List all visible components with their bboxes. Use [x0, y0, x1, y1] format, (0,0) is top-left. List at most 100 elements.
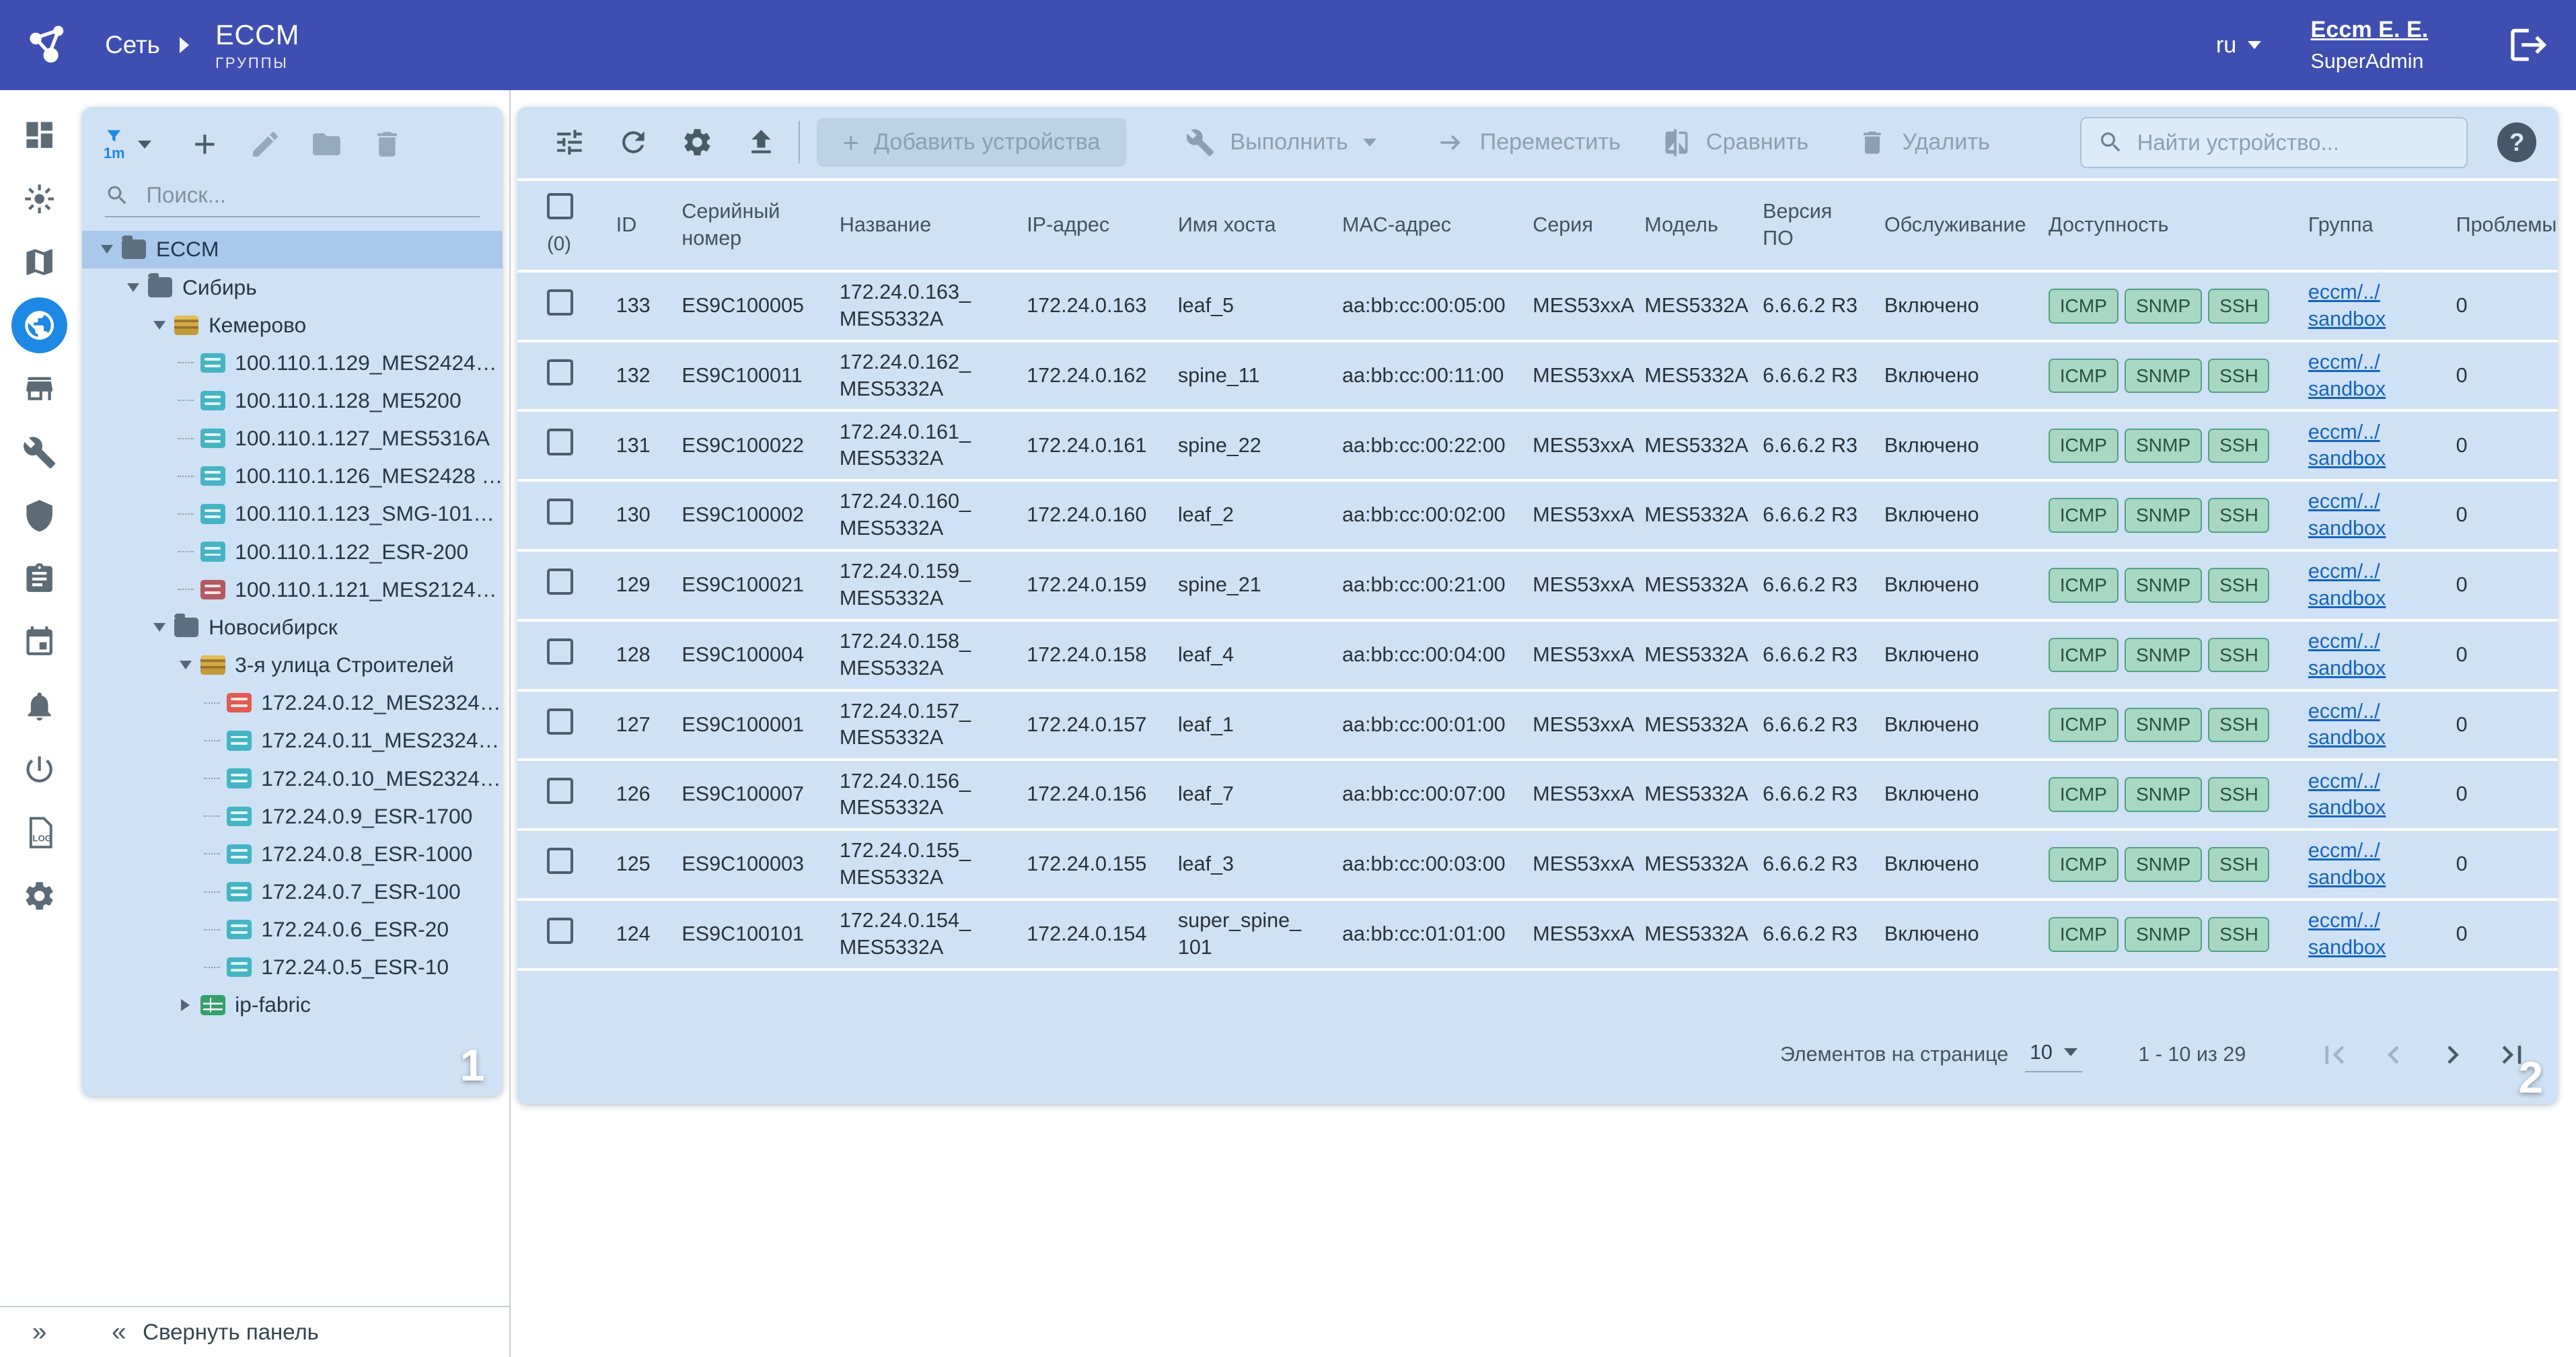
row-checkbox[interactable]	[547, 638, 573, 665]
row-checkbox[interactable]	[547, 429, 573, 455]
upload-icon[interactable]	[731, 112, 792, 172]
column-header-maintenance[interactable]: Обслуживание	[1858, 181, 2022, 271]
device-row[interactable]: 132ES9C100011172.24.0.162_​MES5332A172.2…	[517, 341, 2558, 411]
calendar-icon[interactable]	[0, 611, 79, 674]
group-link[interactable]: eccm/​../​sandbox	[2308, 420, 2386, 470]
select-all-checkbox[interactable]	[547, 193, 573, 219]
refresh-icon[interactable]	[603, 112, 663, 172]
tree-item[interactable]: 172.24.0.5_ESR-10	[82, 949, 503, 986]
tree-item[interactable]: Кемерово	[82, 306, 503, 344]
column-header-model[interactable]: Модель	[1618, 181, 1736, 271]
group-link[interactable]: eccm/​../​sandbox	[2308, 630, 2386, 680]
device-row[interactable]: 126ES9C100007172.24.0.156_​MES5332A172.2…	[517, 760, 2558, 830]
language-selector[interactable]: ru	[2216, 32, 2261, 59]
settings-icon[interactable]	[0, 865, 79, 928]
columns-settings-icon[interactable]	[539, 112, 599, 172]
column-header-availability[interactable]: Доступность	[2022, 181, 2282, 271]
tree-item[interactable]: 172.24.0.7_ESR-100	[82, 873, 503, 910]
tree-item[interactable]: 100.110.1.128_ME5200	[82, 381, 503, 419]
caret-open-icon[interactable]	[148, 616, 171, 638]
network-icon[interactable]	[0, 294, 79, 357]
device-row[interactable]: 130ES9C100002172.24.0.160_​MES5332A172.2…	[517, 480, 2558, 550]
alerts-icon[interactable]	[0, 167, 79, 230]
caret-open-icon[interactable]	[174, 653, 197, 676]
group-link[interactable]: eccm/​../​sandbox	[2308, 351, 2386, 400]
group-link[interactable]: eccm/​../​sandbox	[2308, 281, 2386, 330]
tree-item[interactable]: 3-я улица Строителей	[82, 646, 503, 684]
tree-item[interactable]: ip-fabric	[82, 986, 503, 1024]
device-row[interactable]: 127ES9C100001172.24.0.157_​MES5332A172.2…	[517, 690, 2558, 760]
user-name[interactable]: Eccm E. E.	[2311, 17, 2429, 43]
dashboard-icon[interactable]	[0, 104, 79, 167]
column-header-serial[interactable]: Серийный номер	[655, 181, 813, 271]
caret-open-icon[interactable]	[148, 314, 171, 336]
group-search-input[interactable]	[146, 182, 480, 208]
row-checkbox[interactable]	[547, 848, 573, 874]
device-row[interactable]: 133ES9C100005172.24.0.163_​MES5332A172.2…	[517, 271, 2558, 341]
tree-item[interactable]: 172.24.0.6_ESR-20	[82, 911, 503, 949]
map-icon[interactable]	[0, 230, 79, 293]
row-checkbox[interactable]	[547, 778, 573, 804]
column-header-ip[interactable]: IP-адрес	[1000, 181, 1152, 271]
tree-item[interactable]: 100.110.1.121_MES2124…	[82, 571, 503, 608]
column-header-problems[interactable]: Проблемы	[2430, 181, 2559, 271]
device-row[interactable]: 125ES9C100003172.24.0.155_​MES5332A172.2…	[517, 830, 2558, 900]
user-menu[interactable]: Eccm E. E. SuperAdmin	[2311, 17, 2429, 73]
row-checkbox[interactable]	[547, 569, 573, 595]
caret-closed-icon[interactable]	[174, 994, 197, 1017]
row-checkbox[interactable]	[547, 708, 573, 735]
tree-item[interactable]: 100.110.1.122_ESR-200	[82, 533, 503, 571]
device-row[interactable]: 129ES9C100021172.24.0.159_​MES5332A172.2…	[517, 550, 2558, 620]
logout-button[interactable]	[2507, 24, 2550, 66]
logs-icon[interactable]: LOG	[0, 801, 79, 865]
next-page-button[interactable]	[2431, 1033, 2474, 1076]
column-header-name[interactable]: Название	[813, 181, 1000, 271]
row-checkbox[interactable]	[547, 359, 573, 386]
gear-icon[interactable]	[667, 112, 727, 172]
help-button[interactable]: ?	[2497, 122, 2537, 162]
tree-item[interactable]: 100.110.1.127_MES5316A	[82, 420, 503, 457]
tree-item[interactable]: 100.110.1.126_MES2428 …	[82, 457, 503, 495]
group-link[interactable]: eccm/​../​sandbox	[2308, 839, 2386, 889]
tree-item[interactable]: Новосибирск	[82, 608, 503, 646]
column-header-series[interactable]: Серия	[1506, 181, 1618, 271]
group-link[interactable]: eccm/​../​sandbox	[2308, 490, 2386, 540]
row-checkbox[interactable]	[547, 499, 573, 525]
poll-interval-button[interactable]: 1m	[102, 127, 151, 161]
tree-item[interactable]: 172.24.0.12_MES2324…	[82, 684, 503, 722]
security-icon[interactable]	[0, 484, 79, 547]
device-search-input[interactable]	[2137, 130, 2450, 155]
group-link[interactable]: eccm/​../​sandbox	[2308, 560, 2386, 610]
tree-item[interactable]: 100.110.1.123_SMG-101…	[82, 495, 503, 533]
breadcrumb-network[interactable]: Сеть	[105, 31, 159, 59]
tree-item[interactable]: 172.24.0.10_MES2324…	[82, 760, 503, 797]
notifications-icon[interactable]	[0, 674, 79, 737]
tree-item[interactable]: 172.24.0.11_MES2324…	[82, 722, 503, 760]
tree-item[interactable]: ECCM	[82, 231, 503, 268]
row-checkbox[interactable]	[547, 289, 573, 316]
row-checkbox[interactable]	[547, 918, 573, 944]
devices-icon[interactable]	[0, 357, 79, 420]
tree-item[interactable]: Сибирь	[82, 268, 503, 306]
tree-item[interactable]: 172.24.0.8_ESR-1000	[82, 835, 503, 873]
collapse-panel-button[interactable]: « Свернуть панель	[112, 1317, 319, 1347]
items-per-page-select[interactable]: 10	[2025, 1037, 2083, 1072]
column-header-id[interactable]: ID	[590, 181, 656, 271]
device-row[interactable]: 124ES9C100101172.24.0.154_​MES5332A172.2…	[517, 900, 2558, 969]
expand-panel-button[interactable]: »	[0, 1317, 79, 1347]
caret-open-icon[interactable]	[122, 276, 145, 299]
device-row[interactable]: 131ES9C100022172.24.0.161_​MES5332A172.2…	[517, 410, 2558, 480]
device-row[interactable]: 128ES9C100004172.24.0.158_​MES5332A172.2…	[517, 620, 2558, 690]
add-group-button[interactable]	[174, 114, 235, 175]
caret-open-icon[interactable]	[96, 238, 118, 261]
tasks-icon[interactable]	[0, 548, 79, 611]
group-link[interactable]: eccm/​../​sandbox	[2308, 770, 2386, 819]
tree-item[interactable]: 172.24.0.9_ESR-1700	[82, 797, 503, 835]
column-header-firmware[interactable]: Версия ПО	[1736, 181, 1858, 271]
power-icon[interactable]	[0, 737, 79, 801]
column-header-mac[interactable]: MAC-адрес	[1316, 181, 1506, 271]
column-header-hostname[interactable]: Имя хоста	[1152, 181, 1316, 271]
group-link[interactable]: eccm/​../​sandbox	[2308, 909, 2386, 959]
tree-item[interactable]: 100.110.1.129_MES2424…	[82, 344, 503, 381]
tools-icon[interactable]	[0, 420, 79, 484]
